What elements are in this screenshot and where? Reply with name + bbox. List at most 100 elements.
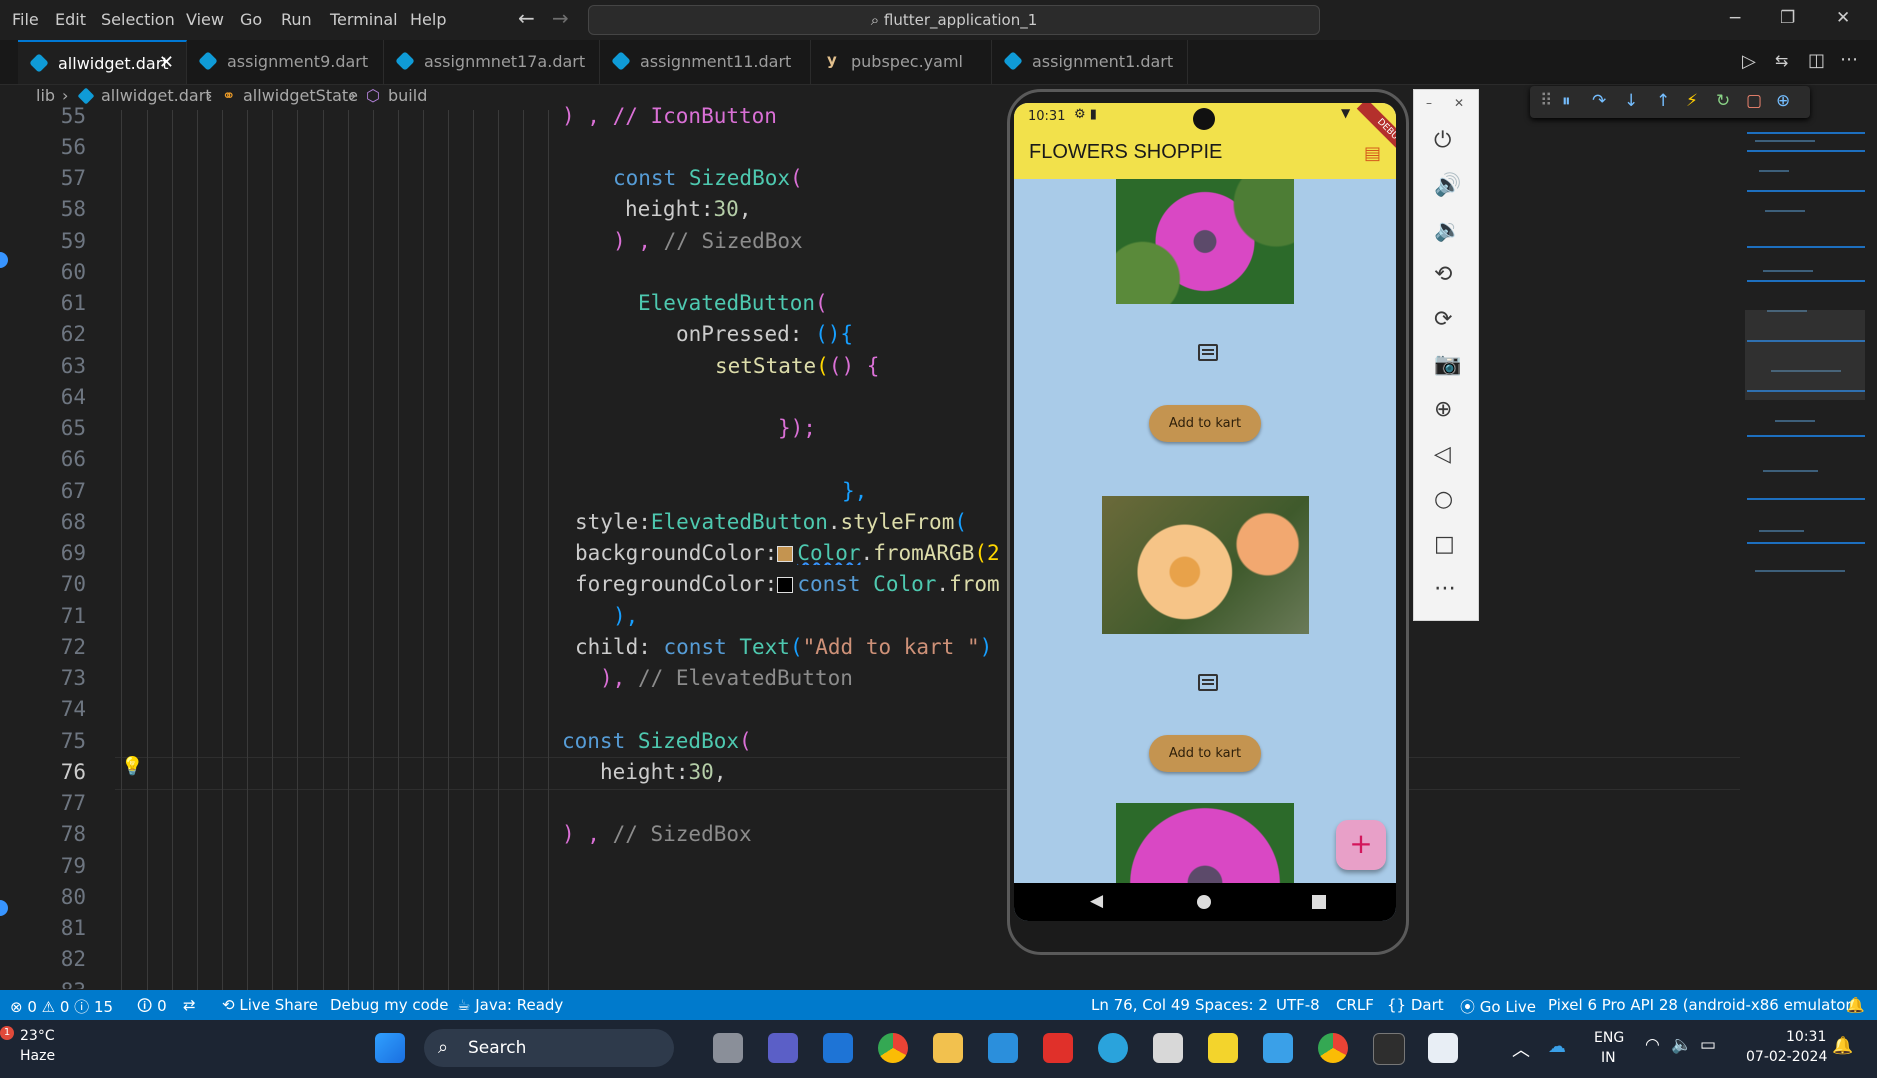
comment-icon[interactable]	[1198, 344, 1218, 361]
zoom-icon[interactable]: ⊕	[1434, 397, 1452, 422]
task-view-icon[interactable]	[713, 1033, 743, 1063]
more-actions-icon[interactable]: ⋯	[1840, 49, 1858, 70]
line-endings[interactable]: CRLF	[1336, 996, 1374, 1014]
pause-icon[interactable]: ⏸	[1562, 91, 1571, 111]
clock-date[interactable]: 07-02-2024	[1746, 1049, 1827, 1065]
debug-my-code-item[interactable]: Debug my code	[330, 996, 449, 1014]
debug-status-icon[interactable]: ⇄	[183, 996, 196, 1014]
taskbar-search[interactable]: ⌕ Search	[424, 1029, 674, 1067]
menu-file[interactable]: File	[12, 10, 39, 29]
breadcrumb-method[interactable]: build	[388, 86, 427, 105]
comment-icon[interactable]	[1198, 674, 1218, 691]
restart-icon[interactable]: ↻	[1716, 91, 1730, 111]
color-swatch[interactable]	[777, 577, 794, 593]
add-to-kart-button[interactable]: Add to kart	[1149, 735, 1261, 772]
menu-view[interactable]: View	[186, 10, 224, 29]
menu-edit[interactable]: Edit	[55, 10, 86, 29]
problems-indicator[interactable]: ⊗ 0 ⚠ 0 ⓘ 15	[10, 996, 113, 1017]
code-line[interactable]: ),	[613, 604, 638, 628]
home-icon[interactable]: ○	[1434, 487, 1453, 512]
lightbulb-icon[interactable]: 💡	[121, 756, 143, 777]
code-line[interactable]: height:30,	[625, 197, 751, 221]
weather-temp[interactable]: 23°C	[20, 1028, 55, 1044]
tab-assignment11[interactable]: assignment11.dart	[600, 40, 811, 84]
wifi-icon[interactable]: ◠	[1645, 1035, 1660, 1055]
menu-terminal[interactable]: Terminal	[330, 10, 398, 29]
step-into-icon[interactable]: ↓	[1624, 91, 1638, 111]
code-line[interactable]: backgroundColor: Color.fromARGB(2	[575, 541, 1007, 565]
tab-assignmnet17a[interactable]: assignmnet17a.dart	[384, 40, 600, 84]
command-center[interactable]: ⌕ flutter_application_1	[588, 5, 1320, 35]
color-swatch[interactable]	[777, 546, 794, 562]
more-icon[interactable]: ⋯	[1434, 576, 1456, 601]
chevron-up-icon[interactable]: ︿	[1512, 1036, 1530, 1062]
emulator-app-icon[interactable]	[1428, 1033, 1458, 1063]
battery-icon[interactable]: ▭	[1700, 1035, 1716, 1055]
terminal-icon[interactable]	[1373, 1033, 1405, 1065]
weather-desc[interactable]: Haze	[20, 1048, 55, 1064]
menu-help[interactable]: Help	[410, 10, 446, 29]
minimize-button[interactable]: −	[1728, 8, 1742, 28]
tab-assignment1[interactable]: assignment1.dart	[992, 40, 1188, 84]
code-line[interactable]: const SizedBox(	[613, 166, 803, 190]
code-line[interactable]: },	[842, 479, 867, 503]
menu-run[interactable]: Run	[281, 10, 312, 29]
back-icon[interactable]: ◁	[1434, 442, 1451, 467]
rotate-left-icon[interactable]: ⟲	[1434, 262, 1452, 287]
code-line[interactable]: ) , // IconButton	[562, 104, 777, 126]
language-bottom[interactable]: IN	[1601, 1050, 1616, 1066]
chrome-profile-icon[interactable]	[1318, 1033, 1348, 1063]
minimap[interactable]	[1745, 110, 1865, 990]
onedrive-icon[interactable]: ☁	[1548, 1036, 1566, 1057]
encoding[interactable]: UTF-8	[1276, 996, 1320, 1014]
code-line[interactable]: style:ElevatedButton.styleFrom(	[575, 510, 967, 534]
add-to-kart-button[interactable]: Add to kart	[1149, 405, 1261, 442]
java-status-item[interactable]: ☕ Java: Ready	[457, 996, 563, 1014]
minimize-emulator-icon[interactable]: –	[1426, 96, 1432, 110]
mail-icon[interactable]	[823, 1033, 853, 1063]
code-line[interactable]: onPressed: (){	[676, 322, 853, 346]
cursor-position[interactable]: Ln 76, Col 49	[1091, 996, 1190, 1014]
tab-allwidget[interactable]: allwidget.dart ✕	[18, 40, 187, 84]
forward-arrow-icon[interactable]: →	[552, 6, 569, 30]
run-icon[interactable]: ▷	[1742, 51, 1756, 72]
live-share-item[interactable]: ⟲ Live Share	[222, 996, 318, 1014]
vscode-icon[interactable]	[988, 1033, 1018, 1063]
notification-bell-icon[interactable]: 🔔	[1832, 1036, 1853, 1056]
code-line[interactable]: height:30,	[600, 760, 726, 784]
compare-icon[interactable]: ⇆	[1775, 51, 1788, 70]
overview-icon[interactable]: □	[1434, 532, 1455, 557]
close-window-button[interactable]: ✕	[1836, 8, 1850, 28]
code-line[interactable]: ) , // SizedBox	[613, 229, 803, 253]
maximize-button[interactable]: ❐	[1780, 8, 1795, 28]
tab-pubspec[interactable]: y pubspec.yaml	[811, 40, 992, 84]
start-icon[interactable]	[375, 1033, 405, 1063]
close-tab-icon[interactable]: ✕	[159, 52, 174, 73]
telegram-icon[interactable]	[1098, 1033, 1128, 1063]
wps-icon[interactable]	[1043, 1033, 1073, 1063]
chrome-icon[interactable]	[878, 1033, 908, 1063]
clock-time[interactable]: 10:31	[1786, 1029, 1826, 1045]
step-over-icon[interactable]: ↷	[1592, 91, 1606, 111]
power-icon[interactable]: ⏻	[1434, 128, 1451, 153]
camera-icon[interactable]: 📷	[1434, 352, 1461, 377]
fab-add-button[interactable]: +	[1336, 820, 1386, 870]
back-arrow-icon[interactable]: ←	[518, 6, 535, 30]
code-line[interactable]: child: const Text("Add to kart ")	[575, 635, 992, 659]
nav-back-icon[interactable]: ◀	[1090, 891, 1103, 911]
rotate-right-icon[interactable]: ⟳	[1434, 307, 1452, 332]
code-line[interactable]: ) , // SizedBox	[562, 822, 752, 846]
menu-selection[interactable]: Selection	[101, 10, 175, 29]
hot-reload-icon[interactable]: ⚡	[1686, 91, 1698, 111]
language-mode[interactable]: {} Dart	[1387, 996, 1444, 1014]
cart-icon[interactable]: ▤	[1364, 143, 1381, 164]
breadcrumb-lib[interactable]: lib	[36, 86, 55, 105]
breadcrumb-class[interactable]: allwidgetState	[243, 86, 358, 105]
notifications-icon[interactable]: 🔔	[1846, 996, 1865, 1014]
tab-assignment9[interactable]: assignment9.dart	[187, 40, 384, 84]
menu-go[interactable]: Go	[240, 10, 262, 29]
ports-indicator[interactable]: 🛈 0	[137, 996, 167, 1021]
code-line[interactable]: ), // ElevatedButton	[600, 666, 853, 690]
code-line[interactable]: });	[778, 416, 816, 440]
file-explorer-icon[interactable]	[933, 1033, 963, 1063]
